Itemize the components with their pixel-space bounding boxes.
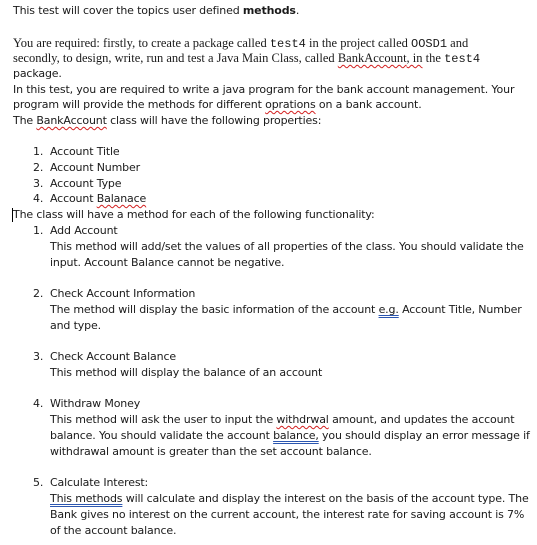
- method-description: This method will ask the user to input t…: [50, 413, 515, 426]
- misspelled-word: oprations: [265, 98, 316, 111]
- method-description: withdrawal amount is greater than the se…: [50, 445, 372, 458]
- text-cursor: [12, 208, 13, 222]
- project-name: OOSD1: [411, 37, 448, 51]
- functionality-intro: The class will have a method for each of…: [13, 208, 375, 221]
- misspelled-word: Balanace: [96, 192, 147, 205]
- method-description: This method will display the balance of …: [50, 366, 323, 379]
- description-line-2: program will provide the methods for dif…: [13, 98, 422, 111]
- grammar-flag: balance,: [273, 429, 319, 442]
- package-name-2: test4: [444, 52, 481, 66]
- description-line-1: In this test, you are required to write …: [13, 83, 515, 96]
- method-title: 4. Withdraw Money: [33, 397, 141, 410]
- property-item: 4. Account Balanace: [33, 192, 147, 205]
- intro-line: This test will cover the topics user def…: [13, 4, 300, 17]
- method-description: This method will add/set the values of a…: [50, 240, 524, 253]
- requirement-line-1: You are required: firstly, to create a p…: [13, 36, 469, 51]
- method-description: This methods will calculate and display …: [50, 492, 529, 505]
- intro-bold: methods: [242, 4, 296, 17]
- property-item: 1. Account Title: [33, 145, 120, 158]
- grammar-flag: This methods: [50, 492, 123, 505]
- requirement-line-3: package.: [13, 67, 62, 80]
- package-name: test4: [269, 37, 306, 51]
- grammar-flag: e.g.: [378, 303, 399, 316]
- method-description: balance. You should validate the account…: [50, 429, 530, 442]
- method-description: The method will display the basic inform…: [50, 303, 522, 316]
- class-name: BankAccount, in: [337, 51, 423, 65]
- method-title: 5. Calculate Interest:: [33, 476, 149, 489]
- method-title: 3. Check Account Balance: [33, 350, 176, 363]
- property-item: 3. Account Type: [33, 177, 122, 190]
- class-name-ref: BankAccount: [36, 114, 107, 127]
- description-line-3: The BankAccount class will have the foll…: [13, 114, 322, 127]
- misspelled-word: withdrwal: [276, 413, 329, 426]
- requirement-line-2: secondly, to design, write, run and test…: [13, 51, 481, 66]
- method-title: 2. Check Account Information: [33, 287, 196, 300]
- method-description: and type.: [50, 319, 101, 332]
- method-description: of the account balance.: [50, 524, 177, 537]
- method-description: input. Account Balance cannot be negativ…: [50, 256, 285, 269]
- property-item: 2. Account Number: [33, 161, 140, 174]
- method-description: Bank gives no interest on the current ac…: [50, 508, 525, 521]
- method-title: 1. Add Account: [33, 224, 118, 237]
